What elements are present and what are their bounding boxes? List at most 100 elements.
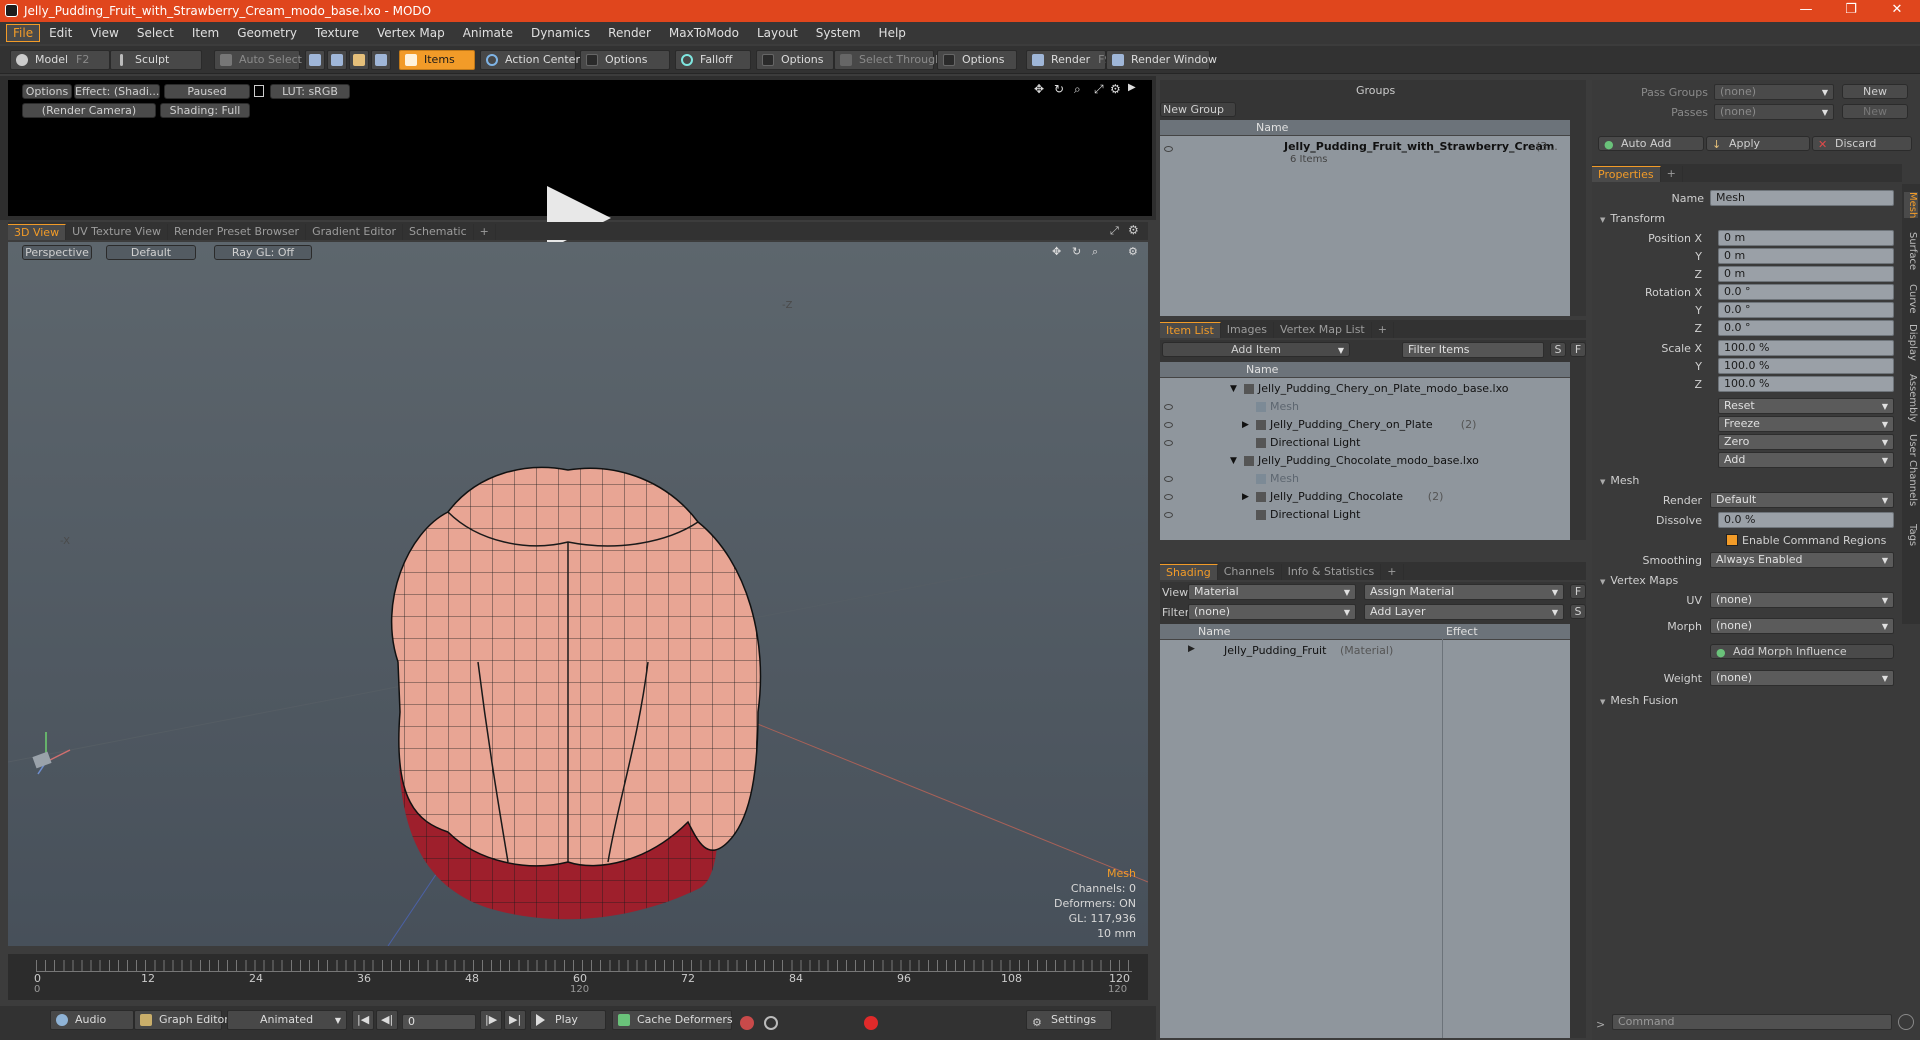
visibility-eye-icon[interactable] [1164, 440, 1173, 446]
menu-dynamics[interactable]: Dynamics [522, 26, 599, 40]
morph-dropdown[interactable]: (none) [1710, 618, 1894, 634]
action-center-options-button[interactable]: Options [580, 50, 670, 70]
side-tab-tags[interactable]: Tags [1904, 524, 1918, 546]
tab-properties[interactable]: Properties [1592, 166, 1661, 182]
rotation-z-field[interactable]: 0.0 ° [1718, 320, 1894, 336]
itemlist-f-button[interactable]: F [1570, 342, 1586, 357]
menu-maxtomodo[interactable]: MaxToModo [660, 26, 748, 40]
tab-uv-texture-view[interactable]: UV Texture View [66, 224, 169, 240]
menu-geometry[interactable]: Geometry [228, 26, 306, 40]
tab-schematic[interactable]: Schematic [403, 224, 474, 240]
list-item[interactable]: ▼ Jelly_Pudding_Chery_on_Plate_modo_base.… [1160, 380, 1570, 398]
close-button[interactable]: ✕ [1882, 2, 1912, 20]
mesh-fusion-section[interactable]: Mesh Fusion [1600, 694, 1678, 707]
tab-render-preset-browser[interactable]: Render Preset Browser [168, 224, 307, 240]
filter-dropdown[interactable]: (none) [1188, 604, 1356, 620]
fit-icon[interactable]: ⤢ [1094, 82, 1104, 97]
side-tab-mesh[interactable]: Mesh [1904, 192, 1918, 219]
cache-deformers-button[interactable]: Cache Deformers [612, 1010, 733, 1030]
record-icon[interactable] [864, 1016, 878, 1030]
item-tree[interactable]: Name ▼ Jelly_Pudding_Chery_on_Plate_modo_… [1160, 362, 1570, 540]
itemlist-s-button[interactable]: S [1550, 342, 1566, 357]
goto-start-button[interactable]: |◀ [352, 1010, 374, 1030]
preview-effect-dropdown[interactable]: Effect: (Shadi... [74, 84, 160, 99]
timeline-ruler[interactable] [36, 960, 1132, 972]
3d-viewport[interactable]: Perspective Default Ray GL: Off ✥ ↻ ⌕ ⚙ … [8, 242, 1148, 946]
visibility-eye-icon[interactable] [1164, 494, 1173, 500]
tab-shading[interactable]: Shading [1160, 564, 1218, 580]
list-item[interactable]: ▶ Jelly_Pudding_Chocolate (2) [1160, 488, 1570, 506]
tab-item-list[interactable]: Item List [1160, 322, 1221, 338]
menu-animate[interactable]: Animate [454, 26, 522, 40]
position-x-field[interactable]: 0 m [1718, 230, 1894, 246]
command-history-icon[interactable] [1898, 1014, 1914, 1030]
expand-arrow-icon[interactable]: ▶ [1242, 488, 1249, 506]
auto-key-icon[interactable] [764, 1016, 778, 1030]
auto-select-button[interactable]: Auto Select [214, 50, 302, 70]
mesh-section[interactable]: Mesh [1600, 474, 1639, 487]
new-pass-group-button[interactable]: New [1842, 84, 1908, 99]
apply-button[interactable]: Apply [1706, 136, 1810, 151]
new-group-button[interactable]: New Group [1160, 102, 1236, 117]
add-tab-button[interactable]: + [1661, 166, 1683, 182]
shading-s-button[interactable]: S [1570, 604, 1586, 619]
scale-z-field[interactable]: 100.0 % [1718, 376, 1894, 392]
weight-dropdown[interactable]: (none) [1710, 670, 1894, 686]
audio-button[interactable]: Audio [50, 1010, 134, 1030]
polygon-mode-button[interactable] [349, 50, 369, 70]
model-mode-button[interactable]: Model F2 [10, 50, 110, 70]
command-input[interactable]: Command [1612, 1014, 1892, 1030]
scale-x-field[interactable]: 100.0 % [1718, 340, 1894, 356]
visibility-eye-icon[interactable] [1164, 404, 1173, 410]
group-item-name[interactable]: Jelly_Pudding_Fruit_with_Strawberry_Crea… [1284, 140, 1554, 153]
visibility-eye-icon[interactable] [1164, 512, 1173, 518]
tab-channels[interactable]: Channels [1218, 564, 1282, 580]
preview-paused-button[interactable]: Paused [164, 84, 250, 99]
maximize-viewport-icon[interactable]: ⤢ [1110, 224, 1119, 238]
expand-arrow-icon[interactable]: ▶ [1188, 644, 1195, 654]
add-tab-button[interactable]: + [474, 224, 496, 240]
jelly-pudding-mesh[interactable] [390, 466, 762, 920]
pass-groups-dropdown[interactable]: (none) [1714, 84, 1834, 100]
side-tab-user-channels[interactable]: User Channels [1904, 434, 1918, 506]
add-morph-influence-button[interactable]: Add Morph Influence [1710, 644, 1894, 659]
uv-dropdown[interactable]: (none) [1710, 592, 1894, 608]
menu-system[interactable]: System [807, 26, 870, 40]
add-tab-button[interactable]: + [1372, 322, 1394, 338]
select-through-options-button[interactable]: Options [937, 50, 1017, 70]
graph-editor-button[interactable]: Graph Editor [134, 1010, 229, 1030]
dissolve-field[interactable]: 0.0 % [1718, 512, 1894, 528]
render-window-button[interactable]: Render Window [1106, 50, 1217, 70]
scale-y-field[interactable]: 100.0 % [1718, 358, 1894, 374]
menu-view[interactable]: View [81, 26, 127, 40]
tab-images[interactable]: Images [1221, 322, 1274, 338]
zero-dropdown[interactable]: Zero [1718, 434, 1894, 450]
material-mode-button[interactable] [371, 50, 391, 70]
menu-item[interactable]: Item [183, 26, 228, 40]
list-item[interactable]: Mesh [1160, 470, 1570, 488]
visibility-eye-icon[interactable] [1164, 422, 1173, 428]
list-item[interactable]: ▶ Jelly_Pudding_Chery_on_Plate (2) [1160, 416, 1570, 434]
vertex-mode-button[interactable] [305, 50, 325, 70]
maximize-button[interactable]: ❐ [1836, 2, 1866, 20]
visibility-eye-icon[interactable] [1164, 146, 1173, 152]
tab-3d-view[interactable]: 3D View [8, 224, 67, 240]
freeze-dropdown[interactable]: Freeze [1718, 416, 1894, 432]
position-y-field[interactable]: 0 m [1718, 248, 1894, 264]
smoothing-dropdown[interactable]: Always Enabled [1710, 552, 1894, 568]
list-item[interactable]: Mesh [1160, 398, 1570, 416]
render-button[interactable]: Render F9 [1026, 50, 1112, 70]
reset-dropdown[interactable]: Reset [1718, 398, 1894, 414]
goto-end-button[interactable]: ▶| [504, 1010, 526, 1030]
side-tab-surface[interactable]: Surface [1904, 232, 1918, 270]
animated-dropdown[interactable]: Animated [227, 1010, 347, 1030]
next-key-button[interactable]: |▶ [480, 1010, 502, 1030]
timeline[interactable]: 0 12 24 36 48 60 72 84 96 108 120 0 120 … [8, 954, 1148, 1000]
enable-command-regions-checkbox[interactable] [1726, 534, 1738, 546]
play-button[interactable]: Play [530, 1010, 606, 1030]
menu-layout[interactable]: Layout [748, 26, 807, 40]
expand-arrow-icon[interactable]: ▼ [1230, 452, 1237, 470]
minimize-button[interactable]: — [1791, 2, 1821, 20]
menu-edit[interactable]: Edit [40, 26, 81, 40]
side-tab-curve[interactable]: Curve [1904, 284, 1918, 314]
